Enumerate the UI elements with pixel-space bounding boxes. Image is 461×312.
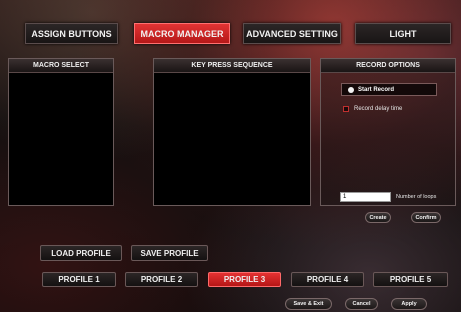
key-sequence-list[interactable] [154, 73, 310, 205]
tab-macro-manager[interactable]: MACRO MANAGER [134, 23, 230, 44]
macro-list[interactable] [9, 73, 113, 205]
profile-5-button[interactable]: PROFILE 5 [373, 272, 448, 287]
load-profile-button[interactable]: LOAD PROFILE [40, 245, 122, 261]
start-record-button[interactable]: Start Record [341, 83, 437, 96]
profile-1-button[interactable]: PROFILE 1 [42, 272, 116, 287]
profile-2-button[interactable]: PROFILE 2 [125, 272, 198, 287]
record-delay-row: Record delay time [343, 106, 402, 112]
create-button[interactable]: Create [365, 212, 391, 223]
tab-light[interactable]: LIGHT [355, 23, 451, 44]
confirm-button[interactable]: Confirm [411, 212, 441, 223]
loops-input[interactable]: 1 [340, 192, 391, 202]
save-profile-button[interactable]: SAVE PROFILE [131, 245, 208, 261]
macro-select-header: MACRO SELECT [9, 59, 113, 73]
key-sequence-header: KEY PRESS SEQUENCE [154, 59, 310, 73]
loops-label: Number of loops [396, 194, 437, 200]
record-delay-checkbox[interactable] [343, 106, 349, 112]
macro-select-panel: MACRO SELECT [8, 58, 114, 206]
cancel-button[interactable]: Cancel [345, 298, 378, 310]
tab-assign-buttons[interactable]: ASSIGN BUTTONS [25, 23, 118, 44]
record-options-header: RECORD OPTIONS [321, 59, 455, 73]
key-sequence-panel: KEY PRESS SEQUENCE [153, 58, 311, 206]
start-record-label: Start Record [358, 86, 395, 93]
record-dot-icon [348, 86, 354, 93]
profile-4-button[interactable]: PROFILE 4 [291, 272, 364, 287]
tab-advanced-setting[interactable]: ADVANCED SETTING [243, 23, 341, 44]
record-delay-label: Record delay time [354, 106, 403, 112]
apply-button[interactable]: Apply [391, 298, 427, 310]
save-exit-button[interactable]: Save & Exit [285, 298, 332, 310]
profile-3-button[interactable]: PROFILE 3 [208, 272, 281, 287]
record-options-panel: RECORD OPTIONS Start Record Record delay… [320, 58, 456, 206]
